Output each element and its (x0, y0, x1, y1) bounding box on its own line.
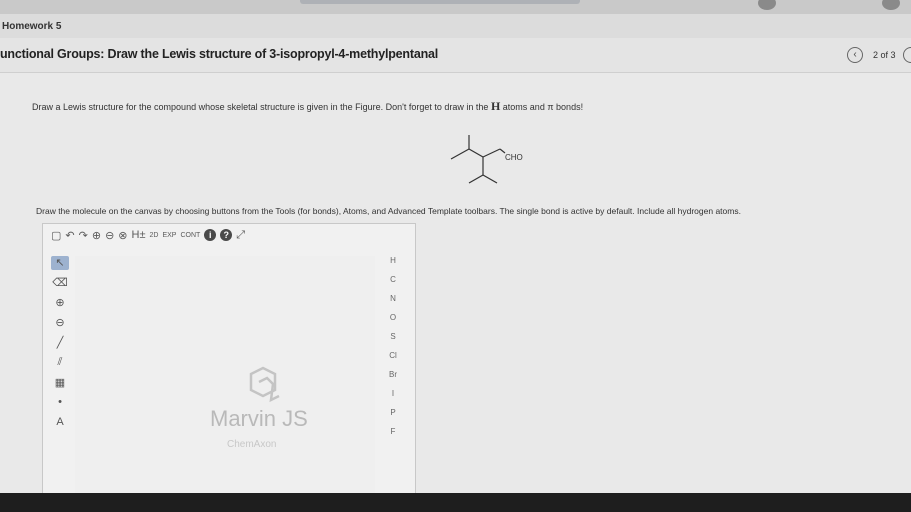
bond-type-icon[interactable]: ⫽ (51, 356, 69, 370)
zoom-in-icon[interactable]: ⊕ (92, 229, 101, 242)
info-icon[interactable]: i (204, 229, 217, 241)
atom-o-button[interactable]: O (390, 313, 396, 322)
contract-button[interactable]: CONT (180, 232, 200, 239)
atom-h-button[interactable]: H (390, 256, 396, 265)
atom-br-button[interactable]: Br (389, 370, 397, 379)
zoom-fit-icon[interactable]: ⊗ (118, 229, 127, 242)
aldehyde-label: CHO (505, 153, 523, 162)
erase-tool-icon[interactable]: ⌫ (51, 276, 69, 290)
question-title: unctional Groups: Draw the Lewis structu… (0, 47, 439, 61)
undo-icon[interactable]: ↶ (65, 229, 74, 242)
periodic-table-icon[interactable]: A (51, 416, 69, 430)
address-bar[interactable] (300, 0, 580, 4)
chemaxon-watermark: ChemAxon (227, 439, 277, 450)
question-content: Draw a Lewis structure for the compound … (0, 73, 911, 500)
single-bond-icon[interactable]: ╱ (51, 336, 69, 350)
atom-i-button[interactable]: I (392, 389, 394, 398)
zoom-out-icon[interactable]: ⊖ (105, 229, 114, 242)
redo-icon[interactable]: ↷ (79, 229, 88, 242)
atom-f-button[interactable]: F (391, 427, 396, 436)
decrease-charge-icon[interactable]: ⊖ (51, 316, 69, 330)
clean-2d-button[interactable]: 2D (149, 232, 158, 239)
question-header: unctional Groups: Draw the Lewis structu… (0, 38, 911, 73)
question-instruction: Draw a Lewis structure for the compound … (32, 99, 584, 113)
homework-title: Homework 5 (2, 21, 62, 32)
hydrogen-symbol: H (490, 99, 501, 113)
atoms-toolbar: H C N O S Cl Br I P F (383, 256, 403, 436)
hydrogen-toggle-button[interactable]: H± (132, 229, 146, 241)
bond (468, 174, 484, 184)
marvin-logo (249, 366, 280, 403)
expand-button[interactable]: EXP (162, 232, 176, 239)
screen-bottom-edge (0, 493, 911, 512)
new-document-icon[interactable]: ▢ (51, 229, 61, 242)
editor-toolbar: ▢ ↶ ↷ ⊕ ⊖ ⊗ H± 2D EXP CONT i ? ⤢ (43, 224, 415, 246)
atom-cl-button[interactable]: Cl (389, 351, 397, 360)
atom-n-button[interactable]: N (390, 294, 396, 303)
browser-topbar (0, 0, 911, 15)
editor-instruction: Draw the molecule on the canvas by choos… (36, 206, 741, 216)
marvin-editor: ▢ ↶ ↷ ⊕ ⊖ ⊗ H± 2D EXP CONT i ? ⤢ ↖ ⌫ ⊕ ⊖… (42, 223, 416, 500)
atom-c-button[interactable]: C (390, 275, 396, 284)
increase-charge-icon[interactable]: ⊕ (51, 296, 69, 310)
electron-icon[interactable]: • (51, 396, 69, 410)
homework-header: Homework 5 (0, 14, 911, 38)
bond (482, 174, 498, 184)
template-icon[interactable]: ▦ (51, 376, 69, 390)
next-question-button[interactable] (903, 47, 911, 63)
drawing-canvas[interactable]: Marvin JS ChemAxon (75, 256, 375, 499)
bond (450, 148, 470, 160)
page-count: 2 of 3 (873, 50, 896, 60)
atom-p-button[interactable]: P (390, 408, 395, 417)
marvin-watermark: Marvin JS (210, 406, 308, 431)
bond (468, 148, 484, 158)
help-icon[interactable]: ? (220, 229, 233, 241)
previous-question-button[interactable]: ‹ (847, 47, 863, 63)
select-tool-icon[interactable]: ↖ (51, 256, 69, 270)
skeletal-structure-figure: CHO (450, 135, 523, 184)
profile-icon[interactable] (882, 0, 900, 10)
fullscreen-icon[interactable]: ⤢ (236, 229, 245, 242)
tools-toolbar: ↖ ⌫ ⊕ ⊖ ╱ ⫽ ▦ • A (49, 256, 71, 430)
extension-icon[interactable] (758, 0, 776, 10)
atom-s-button[interactable]: S (390, 332, 395, 341)
bond (482, 148, 501, 158)
